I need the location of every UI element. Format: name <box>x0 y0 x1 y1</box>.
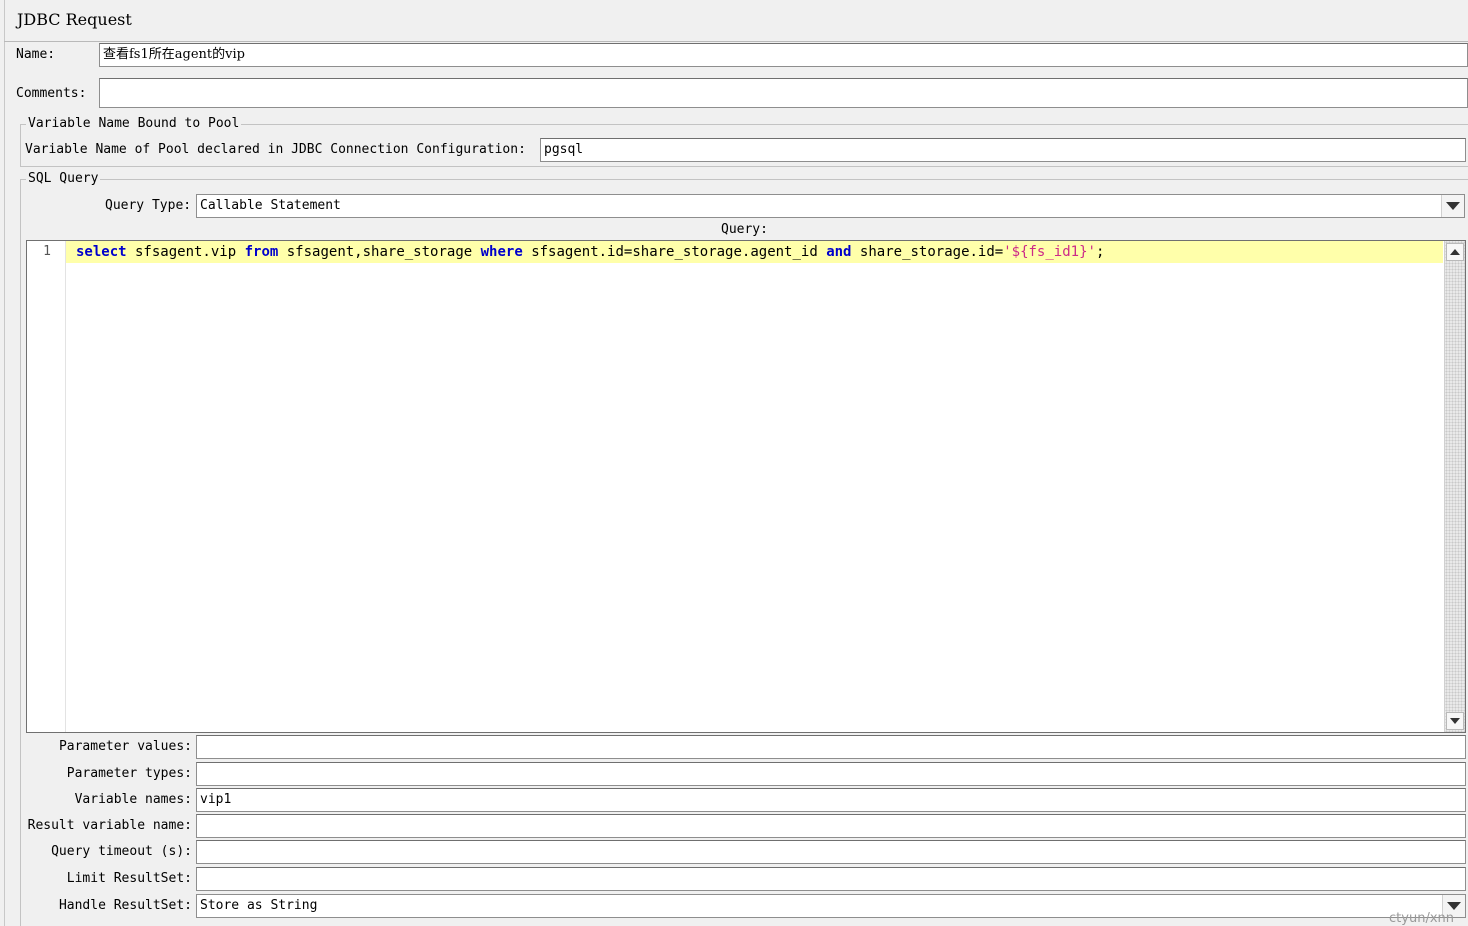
pool-name-label: Variable Name of Pool declared in JDBC C… <box>25 142 526 157</box>
scroll-up-icon[interactable] <box>1446 243 1464 261</box>
parameter-types-label: Parameter types: <box>66 766 192 781</box>
watermark: ctyun/xnn <box>1389 911 1454 926</box>
chevron-down-icon[interactable] <box>1441 195 1464 217</box>
pool-group-legend: Variable Name Bound to Pool <box>26 116 242 131</box>
parameter-types-input[interactable] <box>196 762 1466 786</box>
variable-names-label: Variable names: <box>74 792 192 807</box>
result-variable-name-label: Result variable name: <box>27 818 192 833</box>
line-number: 1 <box>43 244 51 259</box>
handle-resultset-label: Handle ResultSet: <box>58 898 192 913</box>
sql-keyword: from <box>244 244 279 260</box>
variable-names-input[interactable]: vip1 <box>196 788 1466 812</box>
sql-text: sfsagent,share_storage <box>278 244 481 260</box>
name-label: Name: <box>16 47 56 62</box>
sql-text: sfsagent.id=share_storage.agent_id <box>522 244 827 260</box>
title-divider <box>4 41 1468 42</box>
query-label: Query: <box>721 222 768 237</box>
sql-string: '${fs_id1}' <box>1003 244 1096 260</box>
left-border <box>4 0 5 926</box>
sql-text: sfsagent.vip <box>126 244 245 260</box>
parameter-values-label: Parameter values: <box>58 739 192 754</box>
limit-resultset-input[interactable] <box>196 867 1466 891</box>
name-input[interactable]: 查看fs1所在agent的vip <box>99 43 1468 67</box>
pool-name-input[interactable]: pgsql <box>540 138 1466 162</box>
editor-scrollbar[interactable] <box>1444 241 1465 732</box>
query-timeout-label: Query timeout (s): <box>51 844 192 859</box>
handle-resultset-select[interactable]: Store as String <box>196 894 1466 918</box>
limit-resultset-label: Limit ResultSet: <box>66 871 192 886</box>
sql-text: share_storage.id= <box>851 244 1004 260</box>
sql-keyword: and <box>826 244 852 260</box>
sql-keyword: where <box>480 244 523 260</box>
scroll-down-icon[interactable] <box>1446 712 1464 730</box>
handle-resultset-value: Store as String <box>200 898 318 913</box>
parameter-values-input[interactable] <box>196 735 1466 759</box>
query-type-select[interactable]: Callable Statement <box>196 194 1465 218</box>
comments-input[interactable] <box>99 78 1468 108</box>
query-timeout-input[interactable] <box>196 840 1466 864</box>
sql-text: ; <box>1095 244 1105 260</box>
result-variable-name-input[interactable] <box>196 814 1466 838</box>
query-type-value: Callable Statement <box>200 198 341 213</box>
line-number-gutter: 1 <box>27 241 66 732</box>
query-type-label: Query Type: <box>105 198 192 213</box>
sql-keyword: select <box>76 244 127 260</box>
sql-query-legend: SQL Query <box>26 171 101 186</box>
panel-title: JDBC Request <box>17 10 132 29</box>
code-line[interactable]: select sfsagent.vip from sfsagent,share_… <box>66 241 1443 263</box>
comments-label: Comments: <box>16 86 87 101</box>
query-editor[interactable]: 1 select sfsagent.vip from sfsagent,shar… <box>26 240 1466 733</box>
